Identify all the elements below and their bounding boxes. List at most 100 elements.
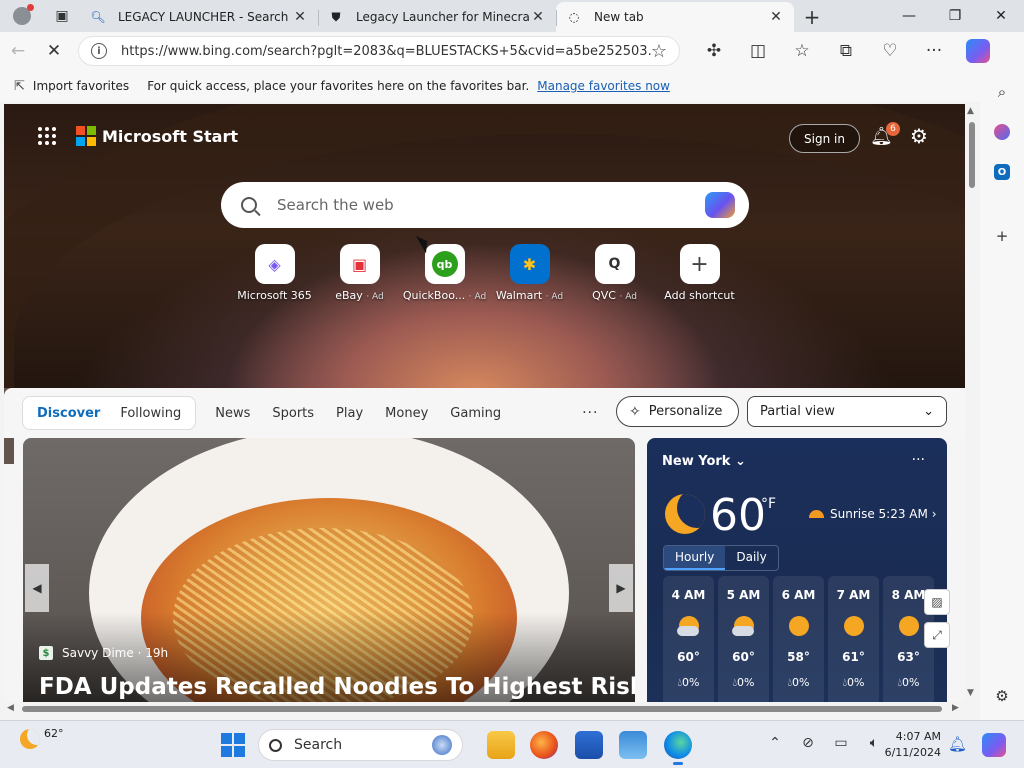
start-button[interactable] [221,733,245,757]
story-headline[interactable]: FDA Updates Recalled Noodles To Highest … [39,674,635,700]
network-disconnected-icon[interactable]: ⊘ [797,735,819,751]
scroll-thumb[interactable] [969,122,975,188]
weather-card[interactable]: New York ⌄ ··· 60 °F Sunrise 5:23 AM › H… [647,438,947,702]
temperature-unit[interactable]: °F [761,496,776,512]
import-favorites-button[interactable]: Import favorites [33,79,129,93]
new-tab-button[interactable]: + [794,2,830,32]
sunrise-icon [809,510,824,518]
forecast-hour[interactable]: 6 AM 58° 💧︎0% [773,576,824,702]
close-window-button[interactable]: ✕ [978,0,1024,32]
expand-button[interactable]: ⤢ [924,622,950,648]
monitor-app-icon[interactable] [575,731,603,759]
add-shortcut-button[interactable]: + Add shortcut [657,244,742,302]
info-icon[interactable]: i [91,43,107,59]
personalize-button[interactable]: ✧ Personalize [616,396,739,427]
edge-browser-icon[interactable] [664,731,692,765]
close-tab-icon[interactable]: ✕ [292,9,308,25]
toolbar: ✣ ◫ ☆ ⧉ ♡ ··· [692,35,1000,67]
extensions-button[interactable]: ✣ [692,35,736,67]
manage-favorites-link[interactable]: Manage favorites now [537,79,670,93]
hour-precip: 💧︎0% [787,676,810,689]
file-explorer-icon[interactable] [487,731,515,759]
tab-daily[interactable]: Daily [725,546,777,570]
sidebar-outlook-button[interactable]: O [990,160,1014,184]
carousel-next-button[interactable]: ▶ [609,564,633,612]
tab-following[interactable]: Following [110,406,191,421]
restore-button[interactable]: ❐ [932,0,978,32]
collections-button[interactable]: ⧉ [824,35,868,67]
horizontal-scrollbar[interactable]: ◀ ▶ [4,702,965,716]
sidebar-settings-button[interactable]: ⚙ [990,684,1014,708]
sidebar-search-button[interactable]: ⌕ [990,80,1014,104]
back-button[interactable]: ← [0,35,36,67]
chevron-up-icon[interactable]: ⌃ [764,735,786,751]
tab-legacy-launcher[interactable]: ⛊ Legacy Launcher for Minecraft ✕ [318,2,556,32]
scroll-left-arrow[interactable]: ◀ [7,703,14,713]
sidebar-add-button[interactable]: + [990,224,1014,248]
favorites-button[interactable]: ☆ [780,35,824,67]
brand-title[interactable]: Microsoft Start [102,127,238,146]
taskbar-search[interactable]: Search [258,729,463,761]
shortcut-quickbooks[interactable]: qb QuickBoo... · Ad [402,244,487,302]
tab-legacy-search[interactable]: 🔍︎ LEGACY LAUNCHER - Search ✕ [80,2,318,32]
firefox-icon[interactable] [530,731,558,759]
sidebar-office-button[interactable] [990,120,1014,144]
address-bar[interactable]: i https://www.bing.com/search?pglt=2083&… [78,36,680,66]
page-settings-button[interactable]: ⚙ [910,124,928,148]
tab-actions-button[interactable]: ▣ [44,0,80,32]
shortcut-microsoft-365[interactable]: ◈ Microsoft 365 [232,244,317,302]
copilot-button[interactable] [956,35,1000,67]
remote-desktop-icon[interactable] [619,731,647,759]
favorite-star-icon[interactable]: ☆ [651,41,667,62]
carousel-prev-button[interactable]: ◀ [25,564,49,612]
copilot-icon[interactable] [705,192,735,218]
category-news[interactable]: News [204,406,261,421]
settings-more-button[interactable]: ··· [912,35,956,67]
vertical-scrollbar[interactable]: ▲ ▼ [965,104,979,702]
shortcut-qvc[interactable]: Q QVC · Ad [572,244,657,302]
profile-button[interactable] [0,0,44,32]
close-tab-icon[interactable]: ✕ [768,9,784,25]
tab-hourly[interactable]: Hourly [664,546,726,570]
weather-location[interactable]: New York ⌄ [662,454,746,469]
forecast-hour[interactable]: 5 AM 60° 💧︎0% [718,576,769,702]
web-search-box[interactable]: Search the web [221,182,749,228]
more-categories-button[interactable]: ··· [582,405,598,421]
notifications-button[interactable]: 🔔︎ 6 [870,122,900,150]
category-sports[interactable]: Sports [261,406,325,421]
featured-story-card[interactable]: ◀ ▶ $ Savvy Dime · 19h FDA Updates Recal… [23,438,635,702]
system-clock[interactable]: 4:07 AM 6/11/2024 [883,729,941,761]
weather-more-button[interactable]: ··· [912,452,925,468]
tab-discover[interactable]: Discover [27,406,110,421]
scroll-down-arrow[interactable]: ▼ [967,688,974,698]
search-input[interactable]: Search the web [277,196,705,214]
forecast-hour[interactable]: 4 AM 60° 💧︎0% [663,576,714,702]
forecast-hour[interactable]: 7 AM 61° 💧︎0% [828,576,879,702]
scroll-right-arrow[interactable]: ▶ [952,703,959,713]
gear-icon: ⚙ [910,124,928,148]
sunrise-info[interactable]: Sunrise 5:23 AM › [809,507,937,521]
view-select[interactable]: Partial view ⌄ [747,396,947,427]
shortcut-walmart[interactable]: ✱ Walmart · Ad [487,244,572,302]
shortcut-ebay[interactable]: ▣ eBay · Ad [317,244,402,302]
split-screen-button[interactable]: ◫ [736,35,780,67]
tab-new-tab[interactable]: ◌ New tab ✕ [556,2,794,32]
taskbar-weather-widget[interactable]: 62° [20,727,64,749]
volume-icon[interactable]: 🔈︎ [863,735,885,751]
display-icon[interactable]: ▭ [830,735,852,751]
category-money[interactable]: Money [374,406,439,421]
copilot-taskbar-icon[interactable] [982,733,1006,757]
stop-loading-button[interactable]: ✕ [36,35,72,67]
feedback-button[interactable]: ▨ [924,589,950,615]
url-text[interactable]: https://www.bing.com/search?pglt=2083&q=… [121,44,651,59]
notification-bell-icon[interactable]: 🔔︎ [948,735,967,753]
scroll-up-arrow[interactable]: ▲ [967,106,974,116]
app-launcher-icon[interactable] [38,127,56,145]
category-play[interactable]: Play [325,406,374,421]
category-gaming[interactable]: Gaming [439,406,512,421]
scroll-thumb[interactable] [22,706,942,712]
minimize-button[interactable]: — [886,0,932,32]
performance-button[interactable]: ♡ [868,35,912,67]
sign-in-button[interactable]: Sign in [789,124,860,153]
close-tab-icon[interactable]: ✕ [530,9,546,25]
